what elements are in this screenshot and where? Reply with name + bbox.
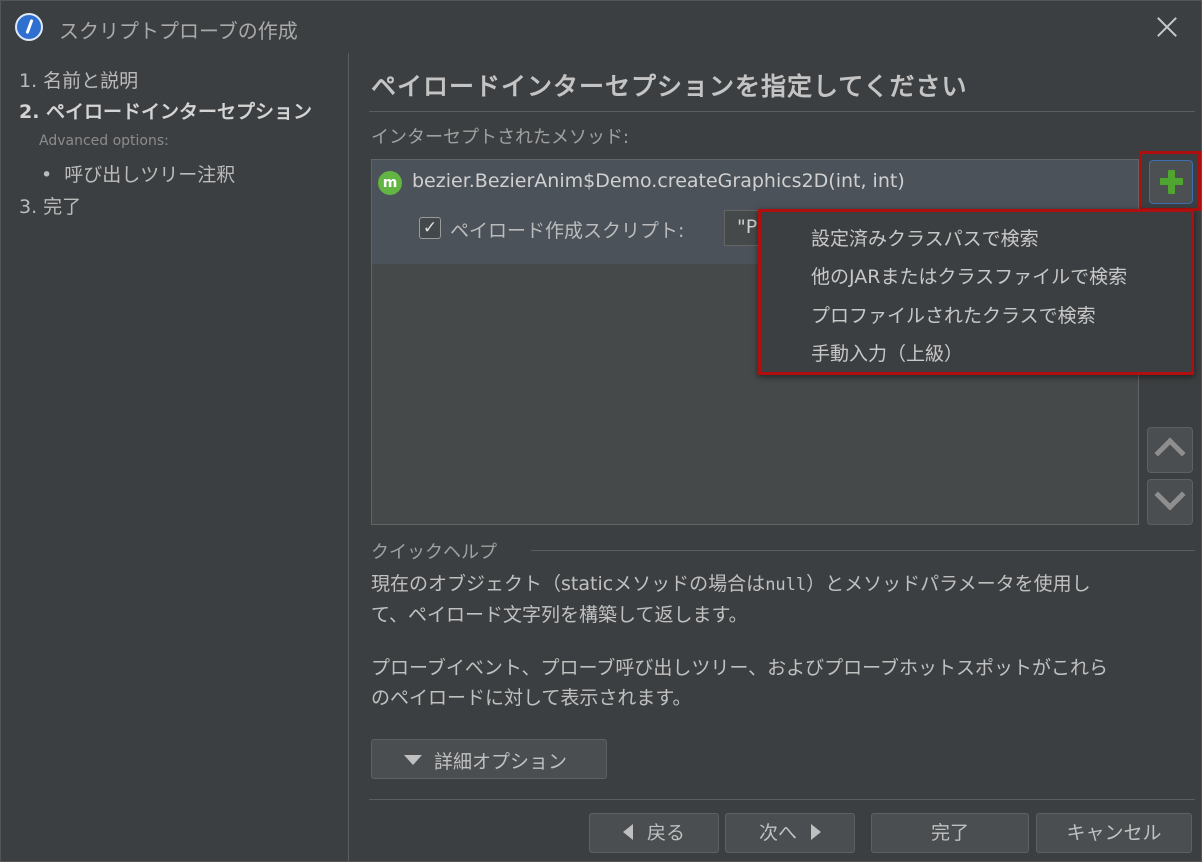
- method-icon: m: [378, 171, 402, 195]
- add-method-button[interactable]: [1149, 160, 1193, 204]
- quick-help-text: ）とメソッドパラメータを使用し: [806, 573, 1091, 595]
- finish-button[interactable]: 完了: [871, 813, 1029, 853]
- quick-help-paragraph-1: 現在のオブジェクト（staticメソッドの場合はnull）とメソッドパラメータを…: [371, 569, 1197, 630]
- page-title: ペイロードインターセプションを指定してください: [371, 72, 968, 101]
- step-name-description[interactable]: 1. 名前と説明: [19, 66, 138, 93]
- quick-help-paragraph-2: プローブイベント、プローブ呼び出しツリー、およびプローブホットスポットがこれら …: [371, 653, 1197, 713]
- step-finish[interactable]: 3. 完了: [19, 192, 81, 219]
- quick-help-code: null: [765, 575, 807, 595]
- move-up-button[interactable]: [1147, 427, 1193, 473]
- quick-help-text: 現在のオブジェクト（static: [371, 573, 614, 595]
- next-button[interactable]: 次へ: [725, 813, 855, 853]
- window-title: スクリプトプローブの作成: [59, 19, 298, 43]
- advanced-options-button[interactable]: 詳細オプション: [371, 739, 607, 779]
- payload-script-checkbox[interactable]: ✓: [419, 217, 441, 239]
- step-call-tree-annotation-label: 呼び出しツリー注釈: [64, 164, 236, 186]
- heading-divider: [369, 111, 1195, 112]
- move-down-button[interactable]: [1147, 479, 1193, 525]
- step-call-tree-annotation[interactable]: • 呼び出しツリー注釈: [41, 160, 235, 187]
- quick-help-text: メソッドの場合は: [613, 573, 766, 595]
- advanced-options-label: Advanced options:: [39, 133, 169, 149]
- menu-item-search-classpath[interactable]: 設定済みクラスパスで検索: [811, 224, 1039, 251]
- title-bar: スクリプトプローブの作成: [1, 1, 1201, 53]
- menu-item-search-profiled[interactable]: プロファイルされたクラスで検索: [811, 301, 1096, 328]
- dialog-window: スクリプトプローブの作成 1. 名前と説明 2. ペイロードインターセプション …: [0, 0, 1202, 862]
- quick-help-divider: [531, 550, 1195, 551]
- menu-item-manual-entry[interactable]: 手動入力（上級）: [811, 339, 963, 366]
- step-payload-interception[interactable]: 2. ペイロードインターセプション: [19, 97, 312, 124]
- quick-help-text: プローブイベント、プローブ呼び出しツリー、およびプローブホットスポットがこれら: [371, 657, 1109, 679]
- method-signature: bezier.BezierAnim$Demo.createGraphics2D(…: [412, 170, 905, 192]
- back-button[interactable]: 戻る: [589, 813, 719, 853]
- next-label: 次へ: [758, 822, 797, 844]
- close-icon[interactable]: [1153, 13, 1181, 41]
- chevron-down-icon: [404, 755, 422, 765]
- quick-help-text: のペイロードに対して表示されます。: [371, 687, 692, 709]
- back-label: 戻る: [646, 822, 685, 844]
- move-up-icon: [1154, 437, 1186, 469]
- quick-help-title: クイックヘルプ: [371, 542, 497, 563]
- move-down-icon: [1154, 479, 1186, 511]
- add-button-highlight: [1139, 151, 1201, 211]
- payload-script-label: ペイロード作成スクリプト:: [450, 220, 685, 242]
- arrow-left-icon: [622, 824, 633, 840]
- arrow-right-icon: [811, 824, 821, 840]
- add-method-popup-menu: 設定済みクラスパスで検索 他のJARまたはクラスファイルで検索 プロファイルされ…: [758, 209, 1194, 375]
- quick-help-text: て、ペイロード文字列を構築して返します。: [371, 604, 748, 626]
- menu-item-search-jar[interactable]: 他のJARまたはクラスファイルで検索: [811, 262, 1127, 289]
- wizard-steps: 1. 名前と説明 2. ペイロードインターセプション Advanced opti…: [1, 53, 349, 861]
- footer-divider: [369, 799, 1195, 800]
- advanced-options-label: 詳細オプション: [434, 751, 568, 773]
- cancel-button[interactable]: キャンセル: [1036, 813, 1192, 853]
- app-icon: [15, 13, 43, 41]
- intercepted-methods-label: インターセプトされたメソッド:: [371, 127, 630, 148]
